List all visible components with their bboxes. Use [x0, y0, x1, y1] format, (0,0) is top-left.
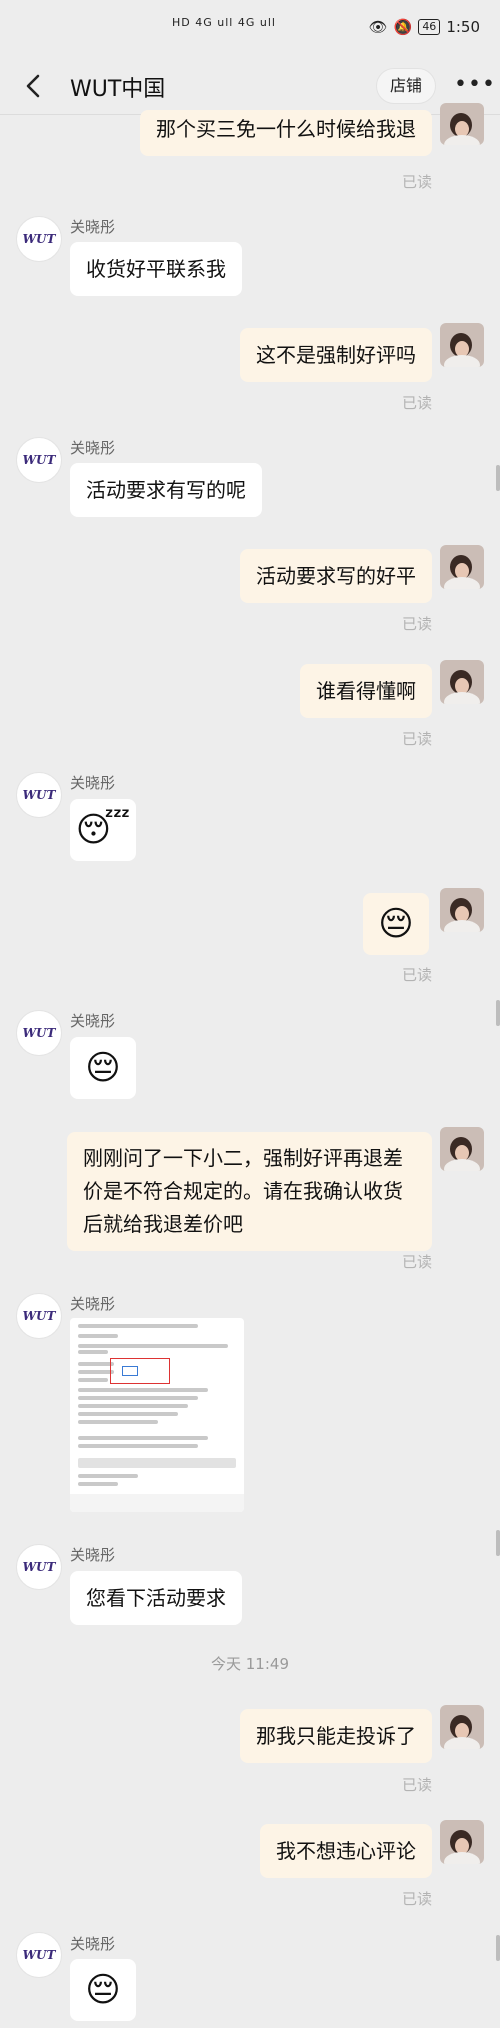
- screenshot-image-message[interactable]: [70, 1318, 244, 1512]
- read-receipt: 已读: [401, 394, 432, 412]
- status-bar: HD 4G ull 4G ull 👁 🔕 46 1:50: [0, 0, 500, 58]
- shop-button[interactable]: 店铺: [376, 68, 436, 104]
- contact-avatar[interactable]: WUT: [16, 1932, 62, 1978]
- sender-name: 关晓彤: [70, 1012, 116, 1030]
- read-receipt: 已读: [401, 615, 432, 633]
- my-avatar[interactable]: [440, 660, 484, 704]
- scroll-indicator[interactable]: [496, 1000, 500, 1026]
- my-message[interactable]: 谁看得懂啊: [300, 664, 432, 718]
- contact-message[interactable]: 收货好平联系我: [70, 242, 242, 296]
- my-avatar[interactable]: [440, 103, 484, 145]
- chat-header: WUT中国 店铺 •••: [0, 58, 500, 115]
- sender-name: 关晓彤: [70, 439, 116, 457]
- read-receipt: 已读: [401, 1890, 432, 1908]
- back-arrow-icon[interactable]: [20, 72, 48, 100]
- my-message[interactable]: 刚刚问了一下小二，强制好评再退差价是不符合规定的。请在我确认收货后就给我退差价吧: [67, 1132, 432, 1251]
- scroll-indicator[interactable]: [496, 1530, 500, 1556]
- contact-message[interactable]: 您看下活动要求: [70, 1571, 242, 1625]
- my-message[interactable]: 那个买三免一什么时候给我退: [140, 110, 432, 156]
- my-message[interactable]: 我不想违心评论: [260, 1824, 432, 1878]
- my-avatar[interactable]: [440, 1127, 484, 1171]
- scroll-indicator[interactable]: [496, 465, 500, 491]
- read-receipt: 已读: [401, 966, 432, 984]
- read-receipt: 已读: [401, 1253, 432, 1271]
- contact-avatar[interactable]: WUT: [16, 216, 62, 262]
- sender-name: 关晓彤: [70, 218, 116, 236]
- my-message[interactable]: 那我只能走投诉了: [240, 1709, 432, 1763]
- sender-name: 关晓彤: [70, 1295, 116, 1313]
- contact-emoji-message[interactable]: 😔: [70, 1959, 136, 2021]
- contact-avatar[interactable]: WUT: [16, 1010, 62, 1056]
- contact-avatar[interactable]: WUT: [16, 1293, 62, 1339]
- my-avatar[interactable]: [440, 1705, 484, 1749]
- status-icons: 👁 🔕 46 1:50: [369, 18, 480, 36]
- contact-emoji-message[interactable]: 😴: [70, 799, 136, 861]
- read-receipt: 已读: [401, 173, 432, 191]
- my-avatar[interactable]: [440, 323, 484, 367]
- eye-icon: 👁: [368, 18, 388, 36]
- battery-icon: 46: [418, 19, 441, 35]
- sender-name: 关晓彤: [70, 1935, 116, 1953]
- my-message[interactable]: 活动要求写的好平: [240, 549, 432, 603]
- read-receipt: 已读: [401, 1776, 432, 1794]
- chat-title: WUT中国: [70, 77, 166, 102]
- contact-avatar[interactable]: WUT: [16, 1544, 62, 1590]
- timestamp-separator: 今天 11:49: [211, 1655, 289, 1673]
- my-avatar[interactable]: [440, 545, 484, 589]
- signal-indicator: HD 4G ull 4G ull: [172, 16, 276, 29]
- contact-avatar[interactable]: WUT: [16, 437, 62, 483]
- read-receipt: 已读: [401, 730, 432, 748]
- contact-emoji-message[interactable]: 😔: [70, 1037, 136, 1099]
- scroll-indicator[interactable]: [496, 1935, 500, 1961]
- contact-avatar[interactable]: WUT: [16, 772, 62, 818]
- more-options-icon[interactable]: •••: [454, 74, 496, 96]
- my-message[interactable]: 这不是强制好评吗: [240, 328, 432, 382]
- clock: 1:50: [446, 18, 480, 36]
- my-avatar[interactable]: [440, 1820, 484, 1864]
- my-emoji-message[interactable]: 😔: [363, 893, 429, 955]
- my-avatar[interactable]: [440, 888, 484, 932]
- sender-name: 关晓彤: [70, 1546, 116, 1564]
- contact-message[interactable]: 活动要求有写的呢: [70, 463, 262, 517]
- mute-icon: 🔕: [393, 18, 413, 36]
- sender-name: 关晓彤: [70, 774, 116, 792]
